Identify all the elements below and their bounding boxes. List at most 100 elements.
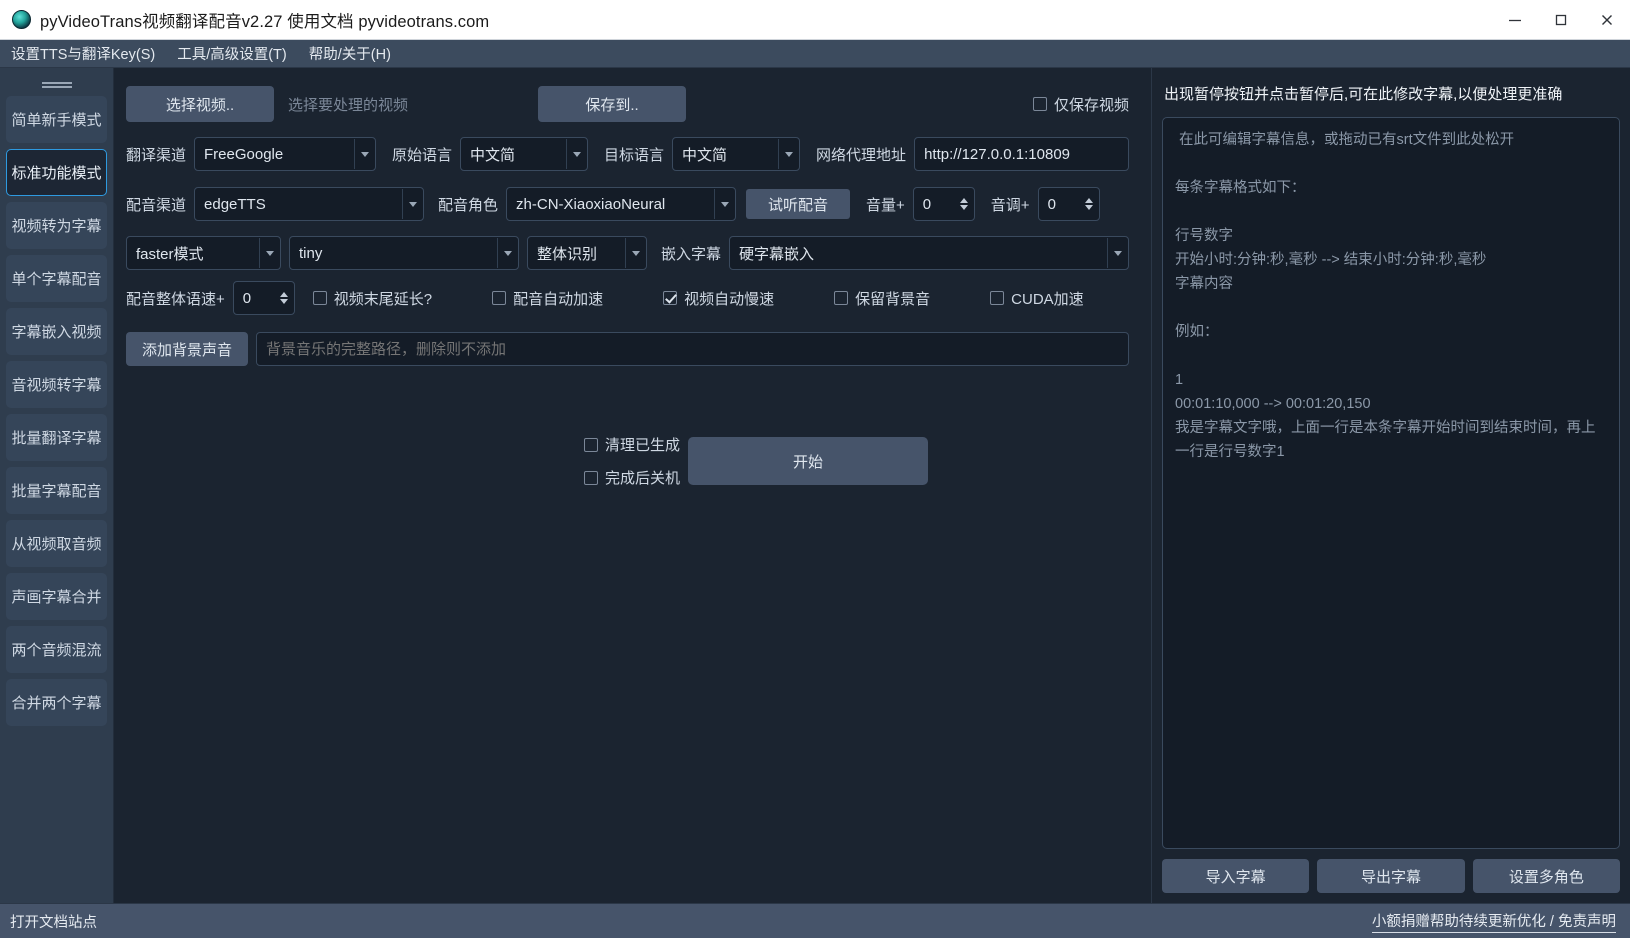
tts-auto-speedup-checkbox[interactable]: 配音自动加速 bbox=[492, 288, 603, 309]
save-to-button[interactable]: 保存到.. bbox=[538, 86, 687, 122]
extend-video-end-checkbox[interactable]: 视频末尾延长? bbox=[312, 288, 433, 309]
minimize-button[interactable] bbox=[1492, 0, 1538, 40]
select-video-button[interactable]: 选择视频.. bbox=[126, 86, 274, 122]
select-video-hint: 选择要处理的视频 bbox=[288, 96, 409, 114]
keep-background-audio-label: 保留背景音 bbox=[855, 290, 931, 308]
toolbar-row-options: 配音整体语速+ 0 视频末尾延长? 配音自动加速 视频自动慢速 保留背景音 CU… bbox=[126, 278, 1139, 318]
volume-value: 0 bbox=[922, 195, 932, 213]
speed-stepper[interactable]: 0 bbox=[232, 281, 295, 315]
sidebar-item-audio-mix[interactable]: 两个音频混流 bbox=[6, 626, 107, 673]
keep-background-audio-checkbox[interactable]: 保留背景音 bbox=[834, 288, 930, 309]
volume-label: 音量+ bbox=[866, 196, 905, 214]
sidebar-item-single-sub-tts[interactable]: 单个字幕配音 bbox=[6, 255, 107, 302]
cuda-accel-box bbox=[990, 291, 1005, 305]
embed-subtitle-select[interactable]: 硬字幕嵌入 bbox=[729, 236, 1129, 270]
subtitle-editor-textarea[interactable]: 在此可编辑字幕信息，或拖动已有srt文件到此处松开 每条字幕格式如下： 行号数字… bbox=[1162, 117, 1620, 849]
sidebar: 简单新手模式 标准功能模式 视频转为字幕 单个字幕配音 字幕嵌入视频 音视频转字… bbox=[0, 68, 114, 903]
tts-role-value: zh-CN-XiaoxiaoNeural bbox=[516, 195, 666, 213]
only-save-video-checkbox[interactable]: 仅保存视频 bbox=[1032, 94, 1129, 115]
shutdown-after-label: 完成后关机 bbox=[605, 470, 681, 487]
sidebar-item-video-to-sub[interactable]: 视频转为字幕 bbox=[6, 202, 107, 249]
add-bgm-button[interactable]: 添加背景声音 bbox=[126, 332, 248, 366]
shutdown-after-box bbox=[584, 470, 598, 485]
toolbar-row-model: faster模式 tiny 整体识别 嵌入字幕 硬字幕嵌入 bbox=[126, 232, 1139, 274]
open-docs-link[interactable]: 打开文档站点 bbox=[10, 911, 97, 932]
volume-spin-arrows[interactable] bbox=[957, 190, 972, 218]
sidebar-item-batch-translate[interactable]: 批量翻译字幕 bbox=[6, 414, 107, 461]
tts-channel-label: 配音渠道 bbox=[126, 196, 187, 214]
start-button[interactable]: 开始 bbox=[688, 437, 929, 485]
extend-video-end-label: 视频末尾延长? bbox=[333, 290, 433, 308]
source-language-select[interactable]: 中文简 bbox=[460, 137, 589, 171]
proxy-input[interactable]: http://127.0.0.1:10809 bbox=[914, 137, 1129, 171]
proxy-label: 网络代理地址 bbox=[816, 146, 907, 164]
target-language-select[interactable]: 中文简 bbox=[672, 137, 801, 171]
sidebar-item-av-sub-merge[interactable]: 声画字幕合并 bbox=[6, 573, 107, 620]
pitch-label: 音调+ bbox=[990, 196, 1030, 214]
sidebar-item-standard-mode[interactable]: 标准功能模式 bbox=[6, 149, 107, 196]
bgm-path-input[interactable] bbox=[256, 332, 1129, 366]
video-auto-slowdown-label: 视频自动慢速 bbox=[684, 290, 775, 308]
sidebar-item-beginner-mode[interactable]: 简单新手模式 bbox=[6, 96, 107, 143]
video-auto-slowdown-checkbox[interactable]: 视频自动慢速 bbox=[663, 288, 774, 309]
shutdown-after-checkbox[interactable]: 完成后关机 bbox=[584, 467, 680, 488]
window-title: pyVideoTrans视频翻译配音v2.27 使用文档 pyvideotran… bbox=[40, 12, 490, 31]
tts-auto-speedup-box bbox=[492, 291, 507, 305]
only-save-video-label: 仅保存视频 bbox=[1053, 96, 1129, 114]
chevron-down-icon bbox=[714, 189, 734, 219]
toolbar-row-tts: 配音渠道 edgeTTS 配音角色 zh-CN-XiaoxiaoNeural 试… bbox=[126, 182, 1139, 226]
import-subtitle-button[interactable]: 导入字幕 bbox=[1162, 859, 1310, 893]
recognize-mode-select[interactable]: 整体识别 bbox=[527, 236, 647, 270]
sidebar-grip-handle[interactable] bbox=[41, 80, 72, 90]
window-titlebar: pyVideoTrans视频翻译配音v2.27 使用文档 pyvideotran… bbox=[0, 0, 1630, 40]
export-subtitle-button[interactable]: 导出字幕 bbox=[1317, 859, 1465, 893]
sidebar-item-extract-audio[interactable]: 从视频取音频 bbox=[6, 520, 107, 567]
clear-generated-checkbox[interactable]: 清理已生成 bbox=[584, 434, 680, 455]
subtitle-panel: 出现暂停按钮并点击暂停后,可在此修改字幕,以便处理更准确 在此可编辑字幕信息，或… bbox=[1152, 68, 1630, 903]
pitch-value: 0 bbox=[1047, 195, 1056, 213]
cuda-accel-label: CUDA加速 bbox=[1011, 290, 1084, 308]
target-language-value: 中文简 bbox=[682, 146, 728, 164]
source-language-value: 中文简 bbox=[470, 146, 516, 164]
pitch-spin-arrows[interactable] bbox=[1082, 190, 1097, 218]
menu-item-tools[interactable]: 工具/高级设置(T) bbox=[173, 41, 291, 66]
window-controls bbox=[1492, 0, 1630, 40]
donate-disclaimer-link[interactable]: 小额捐赠帮助待续更新优化 / 免责声明 bbox=[1371, 910, 1616, 933]
speed-value: 0 bbox=[242, 289, 252, 307]
source-language-label: 原始语言 bbox=[392, 146, 453, 164]
sidebar-item-batch-tts[interactable]: 批量字幕配音 bbox=[6, 467, 107, 514]
sidebar-item-merge-subs[interactable]: 合并两个字幕 bbox=[6, 679, 107, 726]
maximize-button[interactable] bbox=[1538, 0, 1584, 40]
clear-generated-box bbox=[584, 437, 598, 452]
tts-channel-select[interactable]: edgeTTS bbox=[194, 187, 425, 221]
menubar: 设置TTS与翻译Key(S) 工具/高级设置(T) 帮助/关于(H) bbox=[0, 40, 1630, 68]
cuda-accel-checkbox[interactable]: CUDA加速 bbox=[990, 288, 1084, 309]
model-mode-select[interactable]: faster模式 bbox=[126, 236, 281, 270]
translate-channel-value: FreeGoogle bbox=[204, 145, 284, 163]
subtitle-panel-title: 出现暂停按钮并点击暂停后,可在此修改字幕,以便处理更准确 bbox=[1164, 86, 1563, 103]
preview-tts-button[interactable]: 试听配音 bbox=[746, 189, 851, 219]
chevron-down-icon bbox=[1107, 238, 1127, 268]
menu-item-tts-key[interactable]: 设置TTS与翻译Key(S) bbox=[7, 41, 159, 66]
translate-channel-select[interactable]: FreeGoogle bbox=[194, 137, 377, 171]
target-language-label: 目标语言 bbox=[604, 146, 665, 164]
menu-item-help[interactable]: 帮助/关于(H) bbox=[305, 41, 395, 66]
video-auto-slowdown-box bbox=[663, 291, 678, 305]
sidebar-item-embed-sub[interactable]: 字幕嵌入视频 bbox=[6, 308, 107, 355]
keep-background-audio-box bbox=[834, 291, 849, 305]
tts-role-select[interactable]: zh-CN-XiaoxiaoNeural bbox=[506, 187, 737, 221]
sidebar-item-av-to-sub[interactable]: 音视频转字幕 bbox=[6, 361, 107, 408]
clear-generated-label: 清理已生成 bbox=[605, 437, 681, 454]
subtitle-panel-buttons: 导入字幕 导出字幕 设置多角色 bbox=[1162, 859, 1620, 893]
only-save-video-box bbox=[1032, 97, 1047, 111]
speed-spin-arrows[interactable] bbox=[277, 284, 292, 312]
model-size-select[interactable]: tiny bbox=[289, 236, 519, 270]
model-size-value: tiny bbox=[299, 244, 323, 262]
chevron-down-icon bbox=[497, 238, 517, 268]
recognize-mode-value: 整体识别 bbox=[537, 245, 598, 263]
multi-role-settings-button[interactable]: 设置多角色 bbox=[1472, 859, 1620, 893]
chevron-down-icon bbox=[625, 238, 645, 268]
pitch-stepper[interactable]: 0 bbox=[1037, 187, 1100, 221]
volume-stepper[interactable]: 0 bbox=[912, 187, 975, 221]
close-button[interactable] bbox=[1584, 0, 1630, 40]
